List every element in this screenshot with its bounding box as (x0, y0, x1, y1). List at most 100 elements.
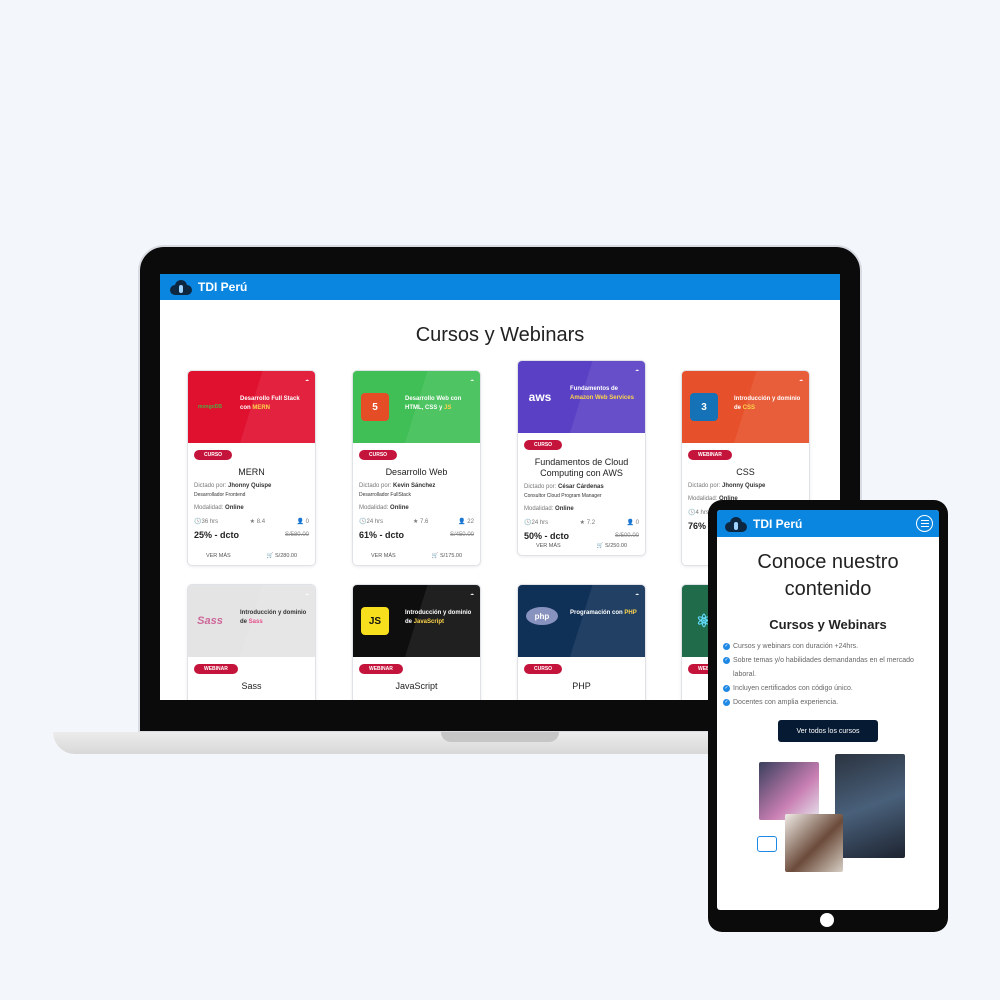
students: 👤 0 (296, 519, 309, 525)
tech-logo-icon: Sass (197, 615, 223, 627)
card-footer: VER MÁS 🛒 S/250.00 (518, 543, 645, 549)
tech-logo-icon: 3 (690, 393, 718, 421)
view-more-link[interactable]: VER MÁS (536, 543, 561, 549)
tech-logo-icon: mongoDB (198, 404, 222, 410)
type-badge: CURSO (524, 664, 563, 674)
user-icon: 👤 (626, 520, 634, 526)
instructor: Dictado por: César Cárdenas Consultor Clo… (524, 484, 604, 499)
rating: ★ 7.6 (412, 519, 429, 525)
students: 👤 0 (626, 520, 639, 526)
check-icon: ✓ (723, 657, 730, 664)
modality: Modalidad: Online (359, 505, 409, 511)
brand-name[interactable]: TDI Perú (753, 517, 802, 531)
view-more-link[interactable]: VER MÁS (371, 553, 396, 559)
course-name: Sass (241, 681, 262, 691)
price[interactable]: 🛒 S/175.00 (432, 553, 462, 559)
rating: ★ 8.4 (249, 519, 266, 525)
course-banner: ☁ php Programación con PHP (518, 585, 645, 657)
instructor: Dictado por: Kevin Sánchez Desarrollador … (359, 483, 436, 498)
subtitle: Cursos y Webinars (769, 617, 887, 632)
check-icon: ✓ (723, 699, 730, 706)
check-icon: ✓ (723, 643, 730, 650)
type-badge: WEBINAR (194, 664, 238, 674)
banner-title: Desarrollo Web con HTML, CSS y JS (405, 396, 462, 411)
view-more-link[interactable]: VER MÁS (206, 553, 231, 559)
course-name: CSS (736, 467, 755, 477)
duration: 🕓36 hrs (194, 519, 219, 525)
course-stats: 🕓24 hrs ★ 7.6 👤 22 (353, 518, 480, 525)
modality: Modalidad: Online (524, 506, 574, 512)
star-icon: ★ (412, 519, 419, 525)
course-name: MERN (238, 467, 265, 477)
duration: 🕓24 hrs (359, 519, 384, 525)
cloud-logo-icon: ☁ (635, 367, 639, 372)
type-badge: CURSO (194, 450, 233, 460)
course-banner: ☁ 3 Introducción y dominio de CSS (682, 371, 809, 443)
type-badge: WEBINAR (688, 450, 732, 460)
banner-title: Fundamentos de Amazon Web Services (570, 386, 634, 401)
navbar: TDI Perú (160, 274, 840, 300)
tablet-screen: TDI Perú Conoce nuestro contenido Cursos… (717, 510, 939, 910)
students: 👤 22 (458, 519, 474, 525)
price[interactable]: 🛒 S/280.00 (267, 553, 297, 559)
course-stats: 🕓24 hrs ★ 7.2 👤 0 (518, 519, 645, 526)
discount: 50% - dcto (524, 531, 570, 541)
instructor: Dictado por: Jhonny Quispe Desarrollador … (194, 483, 272, 498)
course-stats: 🕓36 hrs ★ 8.4 👤 0 (188, 518, 315, 525)
cloud-logo-icon (170, 279, 192, 295)
tech-logo-icon: 5 (361, 393, 389, 421)
brand-name[interactable]: TDI Perú (198, 280, 247, 294)
tech-logo-icon: aws (528, 390, 552, 404)
photo-laptop-user (759, 762, 819, 820)
discount: 61% - dcto (359, 530, 405, 540)
list-item: ✓ Cursos y webinars con duración +24hrs. (723, 643, 859, 650)
course-banner: ☁ mongoDB Desarrollo Full Stack con MERN (188, 371, 315, 443)
price-row: 50% - dcto S/500.00 (518, 531, 645, 541)
course-banner: ☁ 5 Desarrollo Web con HTML, CSS y JS (353, 371, 480, 443)
course-card[interactable]: ☁ JS Introducción y dominio de JavaScrip… (352, 584, 481, 700)
photo-woman (785, 814, 843, 872)
discount: 76% (688, 521, 707, 531)
cloud-logo-icon: ☁ (470, 591, 474, 596)
tech-logo-icon: php (526, 607, 558, 625)
cloud-logo-icon: ☁ (305, 377, 309, 382)
duration: 🕓24 hrs (524, 520, 549, 526)
megaphone-icon (757, 836, 777, 852)
tech-logo-icon: JS (361, 607, 389, 635)
course-banner: ☁ aws Fundamentos de Amazon Web Services (518, 361, 645, 433)
course-card[interactable]: ☁ Sass Introducción y dominio de Sass WE… (187, 584, 316, 700)
tablet-navbar: TDI Perú (717, 510, 939, 537)
banner-title: Introducción y dominio de JavaScript (405, 610, 472, 625)
photo-code-screen (835, 754, 905, 858)
duration: 🕓4 hrs (688, 510, 709, 516)
modality: Modalidad: Online (194, 505, 244, 511)
course-card[interactable]: ☁ php Programación con PHP CURSO PHP (517, 584, 646, 700)
cloud-logo-icon: ☁ (635, 591, 639, 596)
cloud-logo-icon: ☁ (305, 591, 309, 596)
banner-title: Desarrollo Full Stack con MERN (240, 396, 300, 411)
course-card[interactable]: ☁ mongoDB Desarrollo Full Stack con MERN… (187, 370, 316, 566)
price-row: 61% - dcto S/450.00 (353, 530, 480, 540)
course-card[interactable]: ☁ aws Fundamentos de Amazon Web Services… (517, 360, 646, 556)
feature-list: ✓ Cursos y webinars con duración +24hrs. … (717, 640, 939, 710)
price[interactable]: 🛒 S/250.00 (597, 543, 627, 549)
course-banner: ☁ JS Introducción y dominio de JavaScrip… (353, 585, 480, 657)
banner-title: Introducción y dominio de Sass (240, 610, 307, 625)
hero-title: Conoce nuestro contenido (757, 551, 899, 600)
cart-icon: 🛒 (431, 553, 439, 559)
course-banner: ☁ Sass Introducción y dominio de Sass (188, 585, 315, 657)
star-icon: ★ (579, 520, 586, 526)
view-all-courses-button[interactable]: Ver todos los cursos (778, 720, 878, 742)
old-price: S/500.00 (614, 533, 639, 539)
course-name: JavaScript (395, 681, 438, 691)
instructor: Dictado por: Jhonny Quispe (688, 483, 766, 489)
check-icon: ✓ (723, 685, 730, 692)
hamburger-menu-icon[interactable] (916, 515, 933, 532)
home-button[interactable] (820, 913, 834, 927)
rating: ★ 7.2 (579, 520, 596, 526)
course-card[interactable]: ☁ 5 Desarrollo Web con HTML, CSS y JS CU… (352, 370, 481, 566)
star-icon: ★ (249, 519, 256, 525)
list-item: ✓ Docentes con amplia experiencia. (723, 699, 839, 706)
old-price: S/450.00 (449, 532, 474, 538)
cloud-logo-icon: ☁ (799, 377, 803, 382)
